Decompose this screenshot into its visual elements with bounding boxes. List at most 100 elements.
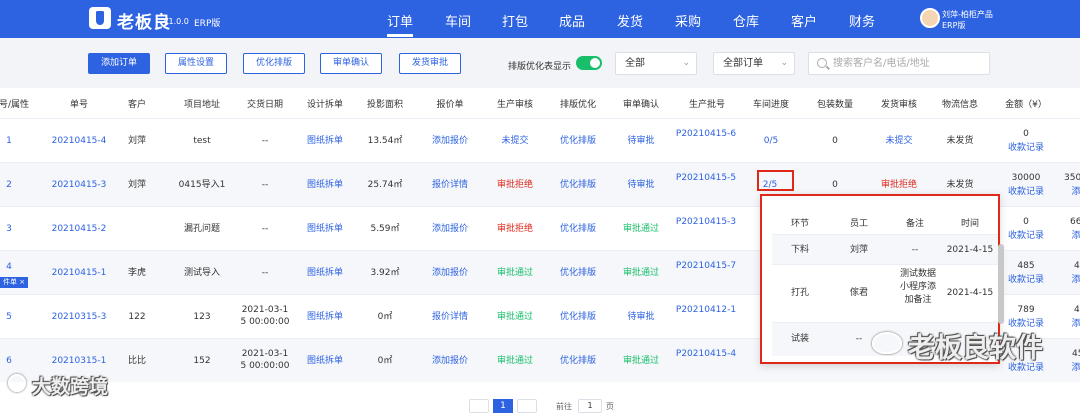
- optimize-layout-link[interactable]: 优化排版: [551, 267, 605, 279]
- nav-item-purchase[interactable]: 采购: [675, 11, 701, 30]
- batch-number-link[interactable]: P20210415-5: [675, 172, 737, 184]
- confirm-status[interactable]: 待审批: [614, 311, 668, 323]
- amount-value: 0: [1023, 217, 1029, 227]
- payment-record-link[interactable]: 收款记录: [998, 186, 1054, 198]
- nav-item-customers[interactable]: 客户: [791, 11, 817, 30]
- order-filter-select[interactable]: 全部订单 ⌄: [713, 52, 795, 75]
- optimize-layout-link[interactable]: 优化排版: [551, 355, 605, 367]
- nav-item-workshop[interactable]: 车间: [445, 11, 471, 30]
- chevron-down-icon: ⌄: [682, 58, 690, 68]
- payment-record-link[interactable]: 收款记录: [998, 142, 1054, 154]
- attribute-settings-button[interactable]: 属性设置: [165, 53, 227, 74]
- popover-note: 测试数据小程序添加备注: [899, 269, 936, 305]
- quote-link[interactable]: 添加报价: [423, 223, 477, 235]
- projected-area: 0㎡: [377, 356, 393, 366]
- batch-number-link[interactable]: P20210412-1: [675, 304, 737, 316]
- optimize-layout-link[interactable]: 优化排版: [551, 223, 605, 235]
- col-header-production-review: 生产审核: [496, 100, 533, 110]
- design-split-link[interactable]: 图纸拆单: [298, 223, 352, 235]
- design-split-link[interactable]: 图纸拆单: [298, 135, 352, 147]
- row-no: 5: [6, 312, 12, 322]
- optimize-layout-link[interactable]: 优化排版: [551, 179, 605, 191]
- quote-link[interactable]: 添加报价: [423, 267, 477, 279]
- quote-link[interactable]: 报价详情: [423, 179, 477, 191]
- production-review-status[interactable]: 审批拒绝: [488, 223, 542, 235]
- search-input[interactable]: [833, 56, 983, 71]
- popover-header-time: 时间: [960, 219, 979, 229]
- optimize-layout-button[interactable]: 优化排版: [243, 53, 305, 74]
- amount-value: 0: [1023, 129, 1029, 139]
- nav-item-orders[interactable]: 订单: [387, 11, 414, 37]
- optimize-layout-link[interactable]: 优化排版: [551, 135, 605, 147]
- confirm-status[interactable]: 审批通过: [614, 355, 668, 367]
- add-link[interactable]: 添: [1066, 274, 1080, 286]
- toolbar: 添加订单 属性设置 优化排版 审单确认 发货审批 排版优化表显示 全部 ⌄ 全部…: [0, 38, 1080, 88]
- order-number-link[interactable]: 20210415-3: [44, 179, 114, 191]
- order-type-tag[interactable]: 件单 ×: [0, 277, 29, 288]
- quote-link[interactable]: 报价详情: [423, 311, 477, 323]
- order-number-link[interactable]: 20210415-2: [44, 223, 114, 235]
- production-review-status[interactable]: 审批拒绝: [488, 179, 542, 191]
- nav-item-shipping[interactable]: 发货: [617, 11, 643, 30]
- production-review-status[interactable]: 未提交: [488, 135, 542, 147]
- add-link[interactable]: 添: [1066, 186, 1080, 198]
- production-review-status[interactable]: 审批通过: [488, 355, 542, 367]
- workshop-progress-link[interactable]: 0/5: [744, 135, 798, 147]
- top-navigation-bar: 老板良 V1.0.0 ERP版 订单 车间 打包 成品 发货 采购 仓库 客户 …: [0, 0, 1080, 38]
- review-confirm-button[interactable]: 审单确认: [320, 53, 382, 74]
- nav-item-finance[interactable]: 财务: [849, 11, 875, 30]
- order-number-link[interactable]: 20210415-4: [44, 135, 114, 147]
- batch-number-link[interactable]: P20210415-3: [675, 216, 737, 228]
- current-page[interactable]: 1: [493, 399, 513, 413]
- ship-review-status[interactable]: 未提交: [872, 135, 926, 147]
- shipping-approval-button[interactable]: 发货审批: [399, 53, 461, 74]
- row-no: 6: [6, 356, 12, 366]
- popover-row: 下料 刘萍 -- 2021-4-15: [772, 234, 998, 264]
- batch-number-link[interactable]: P20210415-6: [675, 128, 737, 140]
- popover-scrollbar[interactable]: [998, 244, 1004, 324]
- payment-record-link[interactable]: 收款记录: [998, 274, 1054, 286]
- layout-toggle-label: 排版优化表显示: [508, 62, 572, 72]
- customer-name: 刘萍: [127, 136, 146, 146]
- wechat-icon: [872, 332, 902, 354]
- production-review-status[interactable]: 审批通过: [488, 311, 542, 323]
- nav-item-finished[interactable]: 成品: [559, 11, 585, 30]
- logistics-status: 未发货: [946, 136, 974, 146]
- layout-toggle-switch[interactable]: [576, 56, 602, 70]
- ship-review-status[interactable]: 审批拒绝: [872, 179, 926, 191]
- batch-number-link[interactable]: P20210415-4: [675, 348, 737, 360]
- design-split-link[interactable]: 图纸拆单: [298, 311, 352, 323]
- confirm-status[interactable]: 审批通过: [614, 223, 668, 235]
- confirm-status[interactable]: 待审批: [614, 179, 668, 191]
- add-link[interactable]: 添: [1066, 362, 1080, 374]
- add-link[interactable]: 添: [1066, 230, 1080, 242]
- add-order-button[interactable]: 添加订单: [88, 53, 150, 74]
- user-avatar[interactable]: [920, 8, 940, 28]
- nav-item-packing[interactable]: 打包: [502, 11, 528, 30]
- design-split-link[interactable]: 图纸拆单: [298, 179, 352, 191]
- col-header-batch: 生产批号: [688, 100, 725, 110]
- confirm-status[interactable]: 审批通过: [614, 267, 668, 279]
- design-split-link[interactable]: 图纸拆单: [298, 355, 352, 367]
- goto-page-input[interactable]: 1: [578, 399, 602, 413]
- nav-item-warehouse[interactable]: 仓库: [733, 11, 759, 30]
- next-page-button[interactable]: [517, 399, 537, 413]
- quote-link[interactable]: 添加报价: [423, 135, 477, 147]
- order-number-link[interactable]: 20210315-3: [44, 311, 114, 323]
- optimize-layout-link[interactable]: 优化排版: [551, 311, 605, 323]
- payment-record-link[interactable]: 收款记录: [998, 230, 1054, 242]
- user-role: ERP版: [942, 21, 966, 30]
- user-name[interactable]: 刘萍-柏柜产品: [942, 9, 993, 20]
- prev-page-button[interactable]: [469, 399, 489, 413]
- status-filter-select[interactable]: 全部 ⌄: [615, 52, 697, 75]
- col-header-no: 号/属性: [0, 100, 30, 110]
- design-split-link[interactable]: 图纸拆单: [298, 267, 352, 279]
- production-review-status[interactable]: 审批通过: [488, 267, 542, 279]
- batch-number-link[interactable]: P20210415-7: [675, 260, 737, 272]
- quote-link[interactable]: 添加报价: [423, 355, 477, 367]
- add-link[interactable]: 添: [1066, 318, 1080, 330]
- project-address: 漏孔问题: [183, 224, 220, 234]
- confirm-status[interactable]: 待审批: [614, 135, 668, 147]
- order-number-link[interactable]: 20210315-1: [44, 355, 114, 367]
- order-number-link[interactable]: 20210415-1: [44, 267, 114, 279]
